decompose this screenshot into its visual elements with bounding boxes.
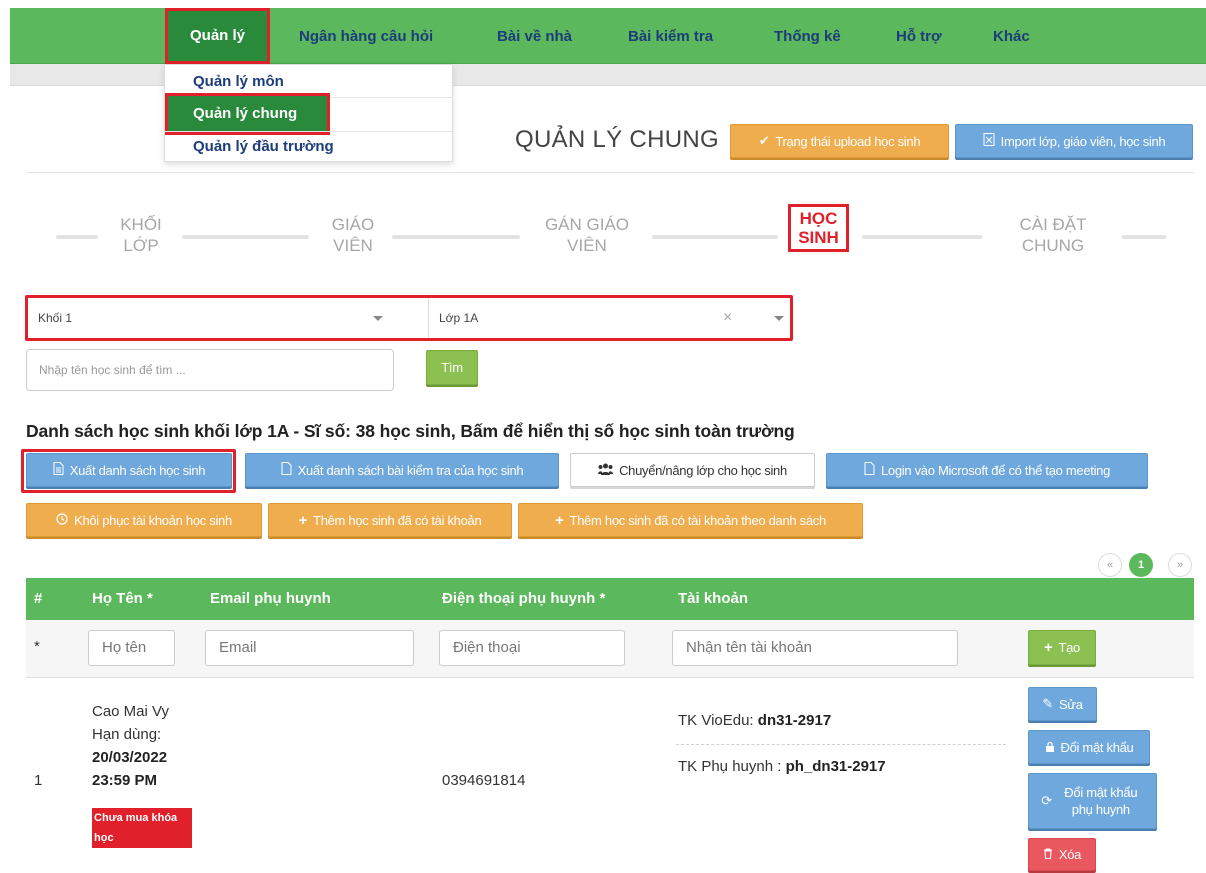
pagination-next[interactable]: »	[1168, 553, 1192, 577]
plus-icon: +	[298, 511, 308, 529]
stepper-line	[392, 235, 520, 239]
student-list-title[interactable]: Danh sách học sinh khối lớp 1A - Sĩ số: …	[26, 421, 795, 442]
stepper-line	[182, 235, 309, 239]
dropdown-divider	[165, 131, 452, 132]
history-icon	[56, 512, 68, 528]
column-header-name: Họ Tên *	[92, 590, 153, 607]
pagination-prev[interactable]: «	[1098, 553, 1122, 577]
column-header-parent-phone: Điện thoại phụ huynh *	[442, 590, 606, 607]
students-table-header: # Họ Tên * Email phụ huynh Điện thoại ph…	[26, 578, 1194, 620]
step-cai-dat-chung[interactable]: CÀI ĐẶT CHUNG	[1000, 214, 1106, 256]
quan-ly-dropdown-menu: Quản lý môn Quản lý chung Quản lý đầu tr…	[164, 64, 453, 162]
account-divider	[676, 744, 1006, 745]
login-microsoft-button[interactable]: Login vào Microsoft để có thể tạo meetin…	[826, 453, 1148, 487]
top-navbar: Quản lý Ngân hàng câu hỏi Bài về nhà Bài…	[10, 8, 1206, 64]
email-input[interactable]: Email	[205, 630, 414, 666]
move-class-button[interactable]: Chuyển/nâng lớp cho học sinh	[570, 453, 815, 487]
nav-item-ho-tro[interactable]: Hỗ trợ	[896, 8, 942, 64]
create-button[interactable]: + Tạo	[1028, 630, 1096, 665]
caret-down-icon	[373, 316, 383, 321]
clear-icon[interactable]: ×	[723, 298, 732, 338]
check-icon: ✔	[758, 133, 770, 148]
account-input[interactable]: Nhận tên tài khoản	[672, 630, 958, 666]
new-student-row: * Họ tên Email Điện thoại Nhận tên tài k…	[26, 620, 1194, 678]
refresh-icon: ⟳	[1041, 793, 1052, 808]
name-input[interactable]: Họ tên	[88, 630, 175, 666]
pagination-page[interactable]: 1	[1129, 553, 1153, 577]
caret-down-icon	[774, 316, 784, 321]
table-row: 1 Cao Mai Vy Hạn dùng: 20/03/2022 23:59 …	[26, 678, 1194, 873]
expiry-time: 23:59 PM	[92, 772, 158, 789]
delete-button[interactable]: Xóa	[1028, 838, 1096, 871]
nav-item-bai-kiem-tra[interactable]: Bài kiểm tra	[628, 8, 713, 64]
stepper-line	[862, 235, 982, 239]
change-password-button[interactable]: Đổi mật khẩu	[1028, 730, 1150, 764]
restore-accounts-button[interactable]: Khôi phục tài khoản học sinh	[26, 503, 262, 537]
search-button[interactable]: Tìm	[426, 350, 478, 385]
spreadsheet-icon	[983, 133, 995, 149]
stepper-line	[652, 235, 778, 239]
vioedu-account: TK VioEdu: dn31-2917	[678, 712, 832, 729]
document-icon	[281, 462, 292, 478]
plus-icon: +	[555, 511, 564, 529]
column-header-account: Tài khoản	[678, 590, 749, 607]
row-index: 1	[34, 772, 43, 789]
trash-icon	[1043, 847, 1053, 862]
step-khoi-lop[interactable]: KHỐI LỚP	[109, 214, 173, 256]
nav-item-thong-ke[interactable]: Thống kê	[774, 8, 841, 64]
dropdown-item-quan-ly-chung[interactable]: Quản lý chung	[165, 93, 330, 135]
stepper-line	[56, 235, 98, 239]
document-icon	[864, 462, 875, 478]
upload-status-button[interactable]: ✔ Trạng thái upload học sinh	[730, 124, 949, 158]
nav-item-ngan-hang-cau-hoi[interactable]: Ngân hàng câu hỏi	[299, 8, 433, 64]
grade-select[interactable]: Khối 1	[28, 298, 398, 338]
column-header-parent-email: Email phụ huynh	[210, 590, 331, 607]
dropdown-item-quan-ly-mon[interactable]: Quản lý môn	[193, 73, 284, 90]
phone-input[interactable]: Điện thoại	[439, 630, 625, 666]
parent-account: TK Phụ huynh : ph_dn31-2917	[678, 758, 886, 775]
plus-icon: +	[1044, 639, 1053, 656]
edit-button[interactable]: ✎ Sửa	[1028, 687, 1097, 721]
users-icon	[598, 463, 614, 478]
column-header-index: #	[34, 590, 43, 607]
header-divider	[26, 172, 1194, 173]
class-select[interactable]: Lớp 1A ×	[428, 298, 790, 338]
page-title: QUẢN LÝ CHUNG	[515, 126, 719, 153]
add-existing-student-button[interactable]: + Thêm học sinh đã có tài khoản	[268, 503, 512, 537]
class-filter-group: Khối 1 Lớp 1A ×	[25, 295, 793, 341]
step-giao-vien[interactable]: GIÁO VIÊN	[320, 214, 386, 256]
step-hoc-sinh[interactable]: HỌC SINH	[788, 204, 849, 252]
dropdown-item-quan-ly-dau-truong[interactable]: Quản lý đầu trường	[193, 138, 334, 155]
add-existing-list-button[interactable]: + Thêm học sinh đã có tài khoản theo dan…	[518, 503, 863, 537]
import-button[interactable]: Import lớp, giáo viên, học sinh	[955, 124, 1193, 158]
student-search-input[interactable]: Nhập tên học sinh để tìm ...	[26, 349, 394, 391]
export-tests-button[interactable]: Xuất danh sách bài kiểm tra của học sinh	[245, 453, 559, 487]
pencil-icon: ✎	[1042, 696, 1053, 711]
lock-icon	[1045, 740, 1055, 755]
nav-item-quan-ly[interactable]: Quản lý	[165, 8, 270, 64]
step-gan-giao-vien[interactable]: GÁN GIÁO VIÊN	[530, 214, 644, 256]
document-icon	[53, 462, 64, 478]
status-badge: Chưa mua khóa học	[92, 808, 192, 848]
student-name: Cao Mai Vy	[92, 703, 169, 720]
new-row-marker: *	[34, 638, 40, 655]
change-parent-password-button[interactable]: ⟳ Đổi mật khẩu phụ huynh	[1028, 773, 1157, 829]
nav-item-khac[interactable]: Khác	[993, 8, 1030, 64]
expiry-label: Hạn dùng:	[92, 726, 162, 743]
export-students-button[interactable]: Xuất danh sách học sinh	[26, 453, 232, 487]
nav-item-bai-ve-nha[interactable]: Bài về nhà	[497, 8, 572, 64]
expiry-date: 20/03/2022	[92, 749, 168, 766]
parent-phone: 0394691814	[442, 772, 526, 789]
stepper-line	[1122, 235, 1166, 239]
